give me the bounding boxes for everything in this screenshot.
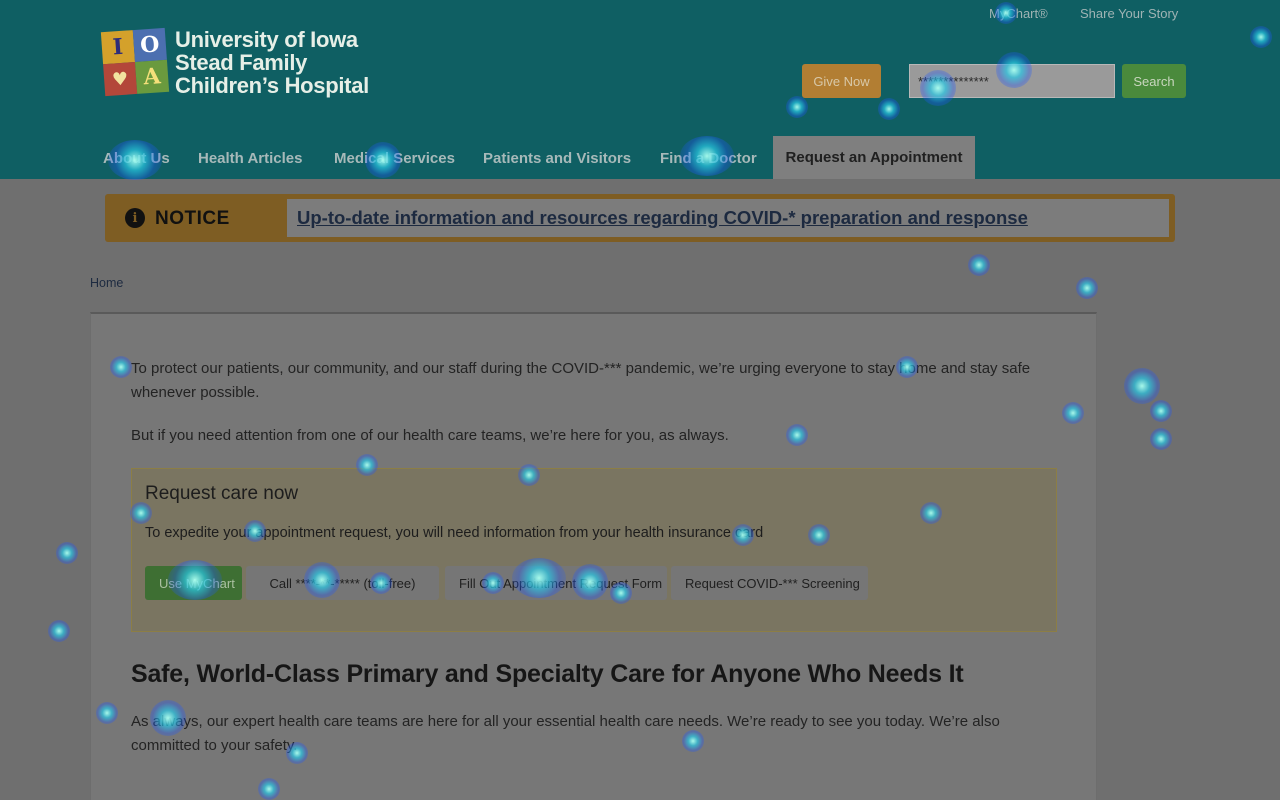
logo-line-3: Children’s Hospital (175, 73, 369, 98)
logo-tile-a: A (135, 59, 170, 94)
heatmap-spot (1124, 368, 1160, 404)
logo-tile-heart: ♥ (103, 62, 138, 97)
section-paragraph: As always, our expert health care teams … (131, 713, 1000, 754)
care-box-title: Request care now (145, 483, 299, 504)
mychart-link[interactable]: MyChart® (989, 6, 1048, 21)
logo-line-2: Stead Family (175, 50, 308, 75)
search-button[interactable]: Search (1122, 64, 1186, 98)
info-icon: i (125, 208, 145, 228)
heatmap-spot (56, 542, 78, 564)
nav-request-appointment[interactable]: Request an Appointment (773, 136, 975, 179)
nav-find-a-doctor[interactable]: Find a Doctor (660, 150, 757, 167)
nav-patients-and-visitors[interactable]: Patients and Visitors (483, 150, 631, 167)
intro-paragraph-1: To protect our patients, our community, … (131, 360, 1031, 401)
breadcrumb: Home (90, 264, 1190, 304)
logo-text: University of Iowa Stead Family Children… (175, 28, 369, 97)
use-mychart-button[interactable]: Use MyChart (145, 566, 242, 600)
share-your-story-link[interactable]: Share Your Story (1080, 6, 1178, 21)
logo-tile-o: O (132, 27, 167, 63)
request-care-box: Request care now To expedite your appoin… (131, 468, 1057, 632)
section-title: Safe, World-Class Primary and Specialty … (131, 660, 964, 688)
hospital-logo[interactable]: I O ♥ A University of Iowa Stead Family … (100, 27, 373, 100)
covid-screening-button[interactable]: Request COVID-*** Screening (671, 566, 868, 600)
site-header: I O ♥ A University of Iowa Stead Family … (0, 0, 1280, 179)
intro-paragraph-2: But if you need attention from one of ou… (131, 427, 729, 444)
logo-line-1: University of Iowa (175, 27, 358, 52)
call-toll-free-button[interactable]: Call ****-**-***** (toll-free) (246, 566, 439, 600)
breadcrumb-home[interactable]: Home (90, 276, 123, 290)
logo-tile-i: I (100, 30, 135, 65)
logo-tiles: I O ♥ A (100, 27, 170, 97)
heatmap-spot (48, 620, 70, 642)
notice-banner: i NOTICE Up-to-date information and reso… (105, 194, 1175, 242)
notice-box: Up-to-date information and resources reg… (287, 199, 1169, 237)
covid-info-link[interactable]: Up-to-date information and resources reg… (297, 207, 1028, 229)
care-box-description: To expedite your appointment request, yo… (145, 525, 764, 541)
give-now-button[interactable]: Give Now (802, 64, 881, 98)
appointment-form-button[interactable]: Fill Out Appointment Request Form (445, 566, 667, 600)
nav-health-articles[interactable]: Health Articles (198, 150, 302, 167)
main-content: To protect our patients, our community, … (90, 312, 1097, 800)
nav-about-us[interactable]: About Us (103, 150, 170, 167)
heatmap-spot (1150, 428, 1172, 450)
search-input[interactable] (909, 64, 1115, 98)
nav-medical-services[interactable]: Medical Services (334, 150, 455, 167)
heatmap-spot (1150, 400, 1172, 422)
notice-label: NOTICE (155, 208, 230, 229)
